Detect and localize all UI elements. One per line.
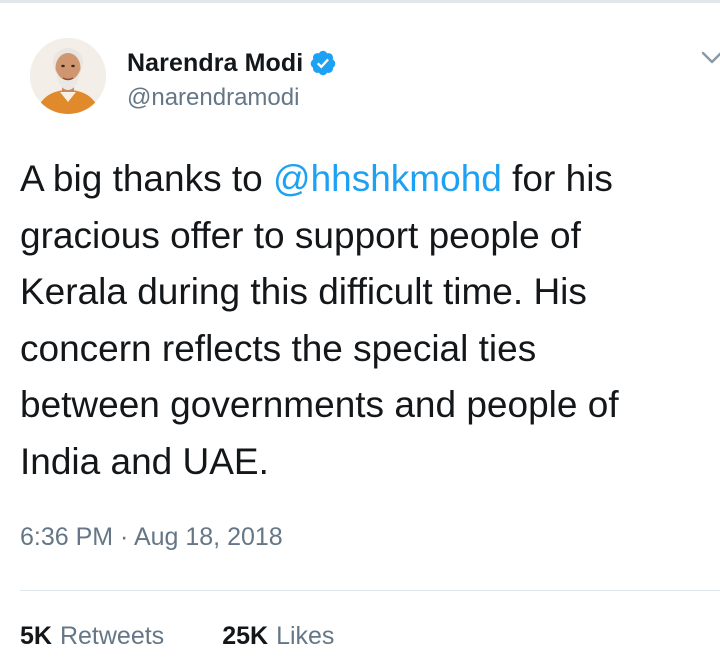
tweet-stats: 5K Retweets 25K Likes — [20, 622, 334, 651]
verified-badge-icon — [311, 50, 336, 76]
top-divider — [0, 0, 720, 3]
author-avatar[interactable] — [30, 38, 106, 114]
tweet-card: Narendra Modi @narendramodi A big thanks… — [0, 0, 720, 667]
tweet-text-line: India and UAE. — [20, 440, 269, 482]
tweet-text: A big thanks to @hhshkmohd for his graci… — [20, 151, 720, 490]
likes-stat[interactable]: 25K Likes — [222, 622, 334, 651]
mention-link[interactable]: @hhshkmohd — [273, 158, 502, 199]
retweets-stat[interactable]: 5K Retweets — [20, 622, 164, 651]
tweet-text-line: Kerala during this difficult time. His — [20, 271, 587, 312]
stats-divider — [20, 590, 720, 591]
retweets-label: Retweets — [59, 622, 165, 650]
retweets-count: 5K — [20, 622, 52, 650]
tweet-text-line: gracious offer to support people of — [20, 214, 581, 256]
profile-photo-icon — [30, 38, 106, 114]
chevron-down-icon[interactable] — [700, 48, 720, 68]
tweet-text-line: concern reflects the special ties — [20, 327, 537, 369]
author-display-name[interactable]: Narendra Modi — [127, 49, 303, 78]
author-handle[interactable]: @narendramodi — [127, 84, 337, 112]
tweet-text-line: A big thanks to @hhshkmohd for his — [20, 151, 720, 208]
tweet-text-line: between governments and people of — [20, 384, 619, 425]
likes-count: 25K — [222, 622, 269, 650]
likes-label: Likes — [276, 622, 335, 650]
name-row: Narendra Modi — [127, 46, 337, 80]
tweet-timestamp[interactable]: 6:36 PM · Aug 18, 2018 — [20, 523, 283, 552]
tweet-text-segment: for his — [501, 158, 613, 199]
author-info: Narendra Modi @narendramodi — [127, 46, 337, 112]
tweet-text-segment: A big thanks to — [20, 158, 274, 199]
